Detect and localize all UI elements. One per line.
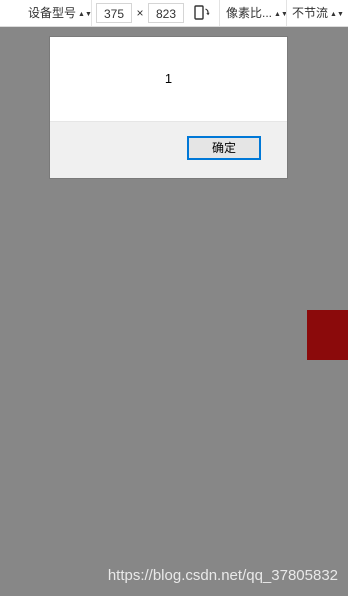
alert-footer: 确定 (50, 121, 287, 178)
toolbar-divider (286, 0, 287, 26)
rotate-device-icon[interactable] (193, 5, 211, 21)
watermark-url: https://blog.csdn.net/qq_37805832 (107, 567, 338, 584)
throttle-label: 不节流 (292, 6, 329, 20)
throttle-select[interactable]: 不节流 ▲▼ (292, 0, 344, 26)
viewport-width-input[interactable]: 375 (96, 3, 132, 23)
pixel-ratio-select[interactable]: 像素比... ▲▼ (226, 0, 288, 26)
dimension-times-symbol: × (136, 6, 144, 20)
red-block (307, 310, 348, 360)
alert-message: 1 (164, 71, 173, 86)
viewport-height-input[interactable]: 823 (148, 3, 184, 23)
alert-dialog: 1 确定 (49, 36, 288, 179)
sort-caret-icon: ▲▼ (78, 11, 92, 18)
toolbar-divider (219, 0, 220, 26)
ok-button[interactable]: 确定 (187, 136, 261, 160)
device-select[interactable]: 设备型号 ▲▼ (28, 0, 92, 26)
sort-caret-icon: ▲▼ (330, 11, 344, 18)
device-select-label: 设备型号 (28, 6, 77, 20)
device-toolbar: 设备型号 ▲▼ 375 × 823 像素比... ▲▼ 不节流 ▲▼ (0, 0, 348, 27)
pixel-ratio-label: 像素比... (226, 6, 273, 20)
toolbar-divider (91, 0, 92, 26)
